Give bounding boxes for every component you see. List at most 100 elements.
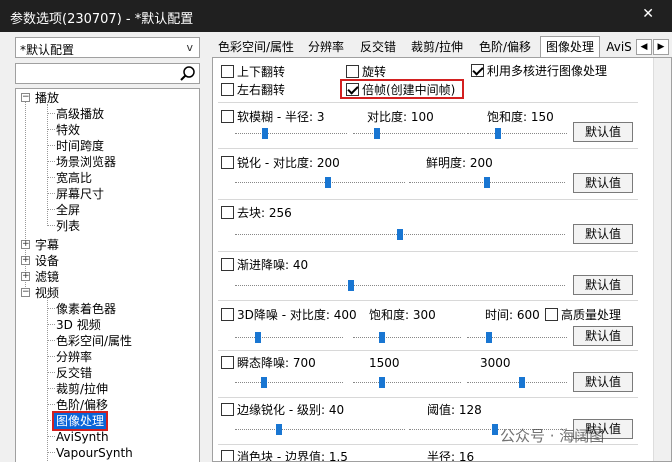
- slider-thumb[interactable]: [374, 128, 380, 139]
- blur-contrast-slider[interactable]: [353, 128, 465, 139]
- sharpen-brightness-slider[interactable]: [409, 177, 565, 188]
- tree-item-playback[interactable]: 播放: [35, 90, 59, 106]
- high-quality-checkbox[interactable]: [545, 308, 558, 321]
- sharpen-contrast-slider[interactable]: [235, 177, 405, 188]
- rotate-checkbox[interactable]: [346, 65, 359, 78]
- progressive-denoise-checkbox[interactable]: [221, 258, 234, 271]
- slider-thumb[interactable]: [486, 332, 492, 343]
- sharpen-default-button[interactable]: 默认值: [573, 173, 633, 193]
- multicore-checkbox[interactable]: [471, 64, 484, 77]
- tree-item-subtitles[interactable]: 字幕: [35, 237, 59, 253]
- edge-threshold-label: 阈值: 128: [427, 403, 482, 417]
- flip-vertical-checkbox[interactable]: [221, 65, 234, 78]
- slider-thumb[interactable]: [276, 424, 282, 435]
- sharpen-label: 锐化 - 对比度: 200: [237, 156, 340, 170]
- tree-item-3d-video[interactable]: 3D 视频: [56, 317, 101, 333]
- denoise3d-saturation-slider[interactable]: [353, 332, 461, 343]
- blur-label: 软模糊 - 半径: 3: [237, 110, 325, 124]
- tree-item-image-processing[interactable]: 图像处理: [51, 411, 109, 431]
- deblock-checkbox[interactable]: [221, 206, 234, 219]
- slider-thumb[interactable]: [484, 177, 490, 188]
- tree-item-pixel-shaders[interactable]: 像素着色器: [56, 301, 116, 317]
- close-icon[interactable]: ✕: [642, 6, 654, 22]
- slider-thumb[interactable]: [495, 128, 501, 139]
- preset-select[interactable]: *默认配置 v: [15, 37, 200, 58]
- tab-image-processing[interactable]: 图像处理: [540, 36, 600, 58]
- tab-avisynth[interactable]: AviS: [604, 38, 634, 58]
- slider-thumb[interactable]: [379, 377, 385, 388]
- panel-scrollbar[interactable]: [653, 58, 671, 461]
- tree-item-timespan[interactable]: 时间跨度: [56, 138, 104, 154]
- tab-next-icon[interactable]: ▶: [653, 39, 669, 55]
- transient-denoise-checkbox[interactable]: [221, 356, 234, 369]
- double-frame-checkbox[interactable]: [346, 83, 359, 96]
- tree-item-filters[interactable]: 滤镜: [35, 269, 59, 285]
- tree-item-colorspace[interactable]: 色彩空间/属性: [56, 333, 132, 349]
- slider-thumb[interactable]: [325, 177, 331, 188]
- high-quality-label: 高质量处理: [561, 308, 622, 322]
- transient-default-button[interactable]: 默认值: [573, 372, 633, 392]
- progressive-denoise-default-button[interactable]: 默认值: [573, 275, 633, 295]
- chevron-down-icon[interactable]: v: [186, 41, 193, 54]
- deblock-slider[interactable]: [235, 229, 565, 240]
- sharpen-checkbox[interactable]: [221, 156, 234, 169]
- blur-saturation-slider[interactable]: [467, 128, 567, 139]
- denoise3d-checkbox[interactable]: [221, 308, 234, 321]
- deband-checkbox[interactable]: [221, 450, 234, 461]
- slider-thumb[interactable]: [397, 229, 403, 240]
- tree-item-resolution[interactable]: 分辨率: [56, 349, 92, 365]
- tree-item-avisynth[interactable]: AviSynth: [56, 429, 109, 445]
- flip-horizontal-checkbox[interactable]: [221, 83, 234, 96]
- search-input[interactable]: [15, 63, 200, 84]
- tree-toggle-devices[interactable]: +: [21, 256, 30, 265]
- rotate-label: 旋转: [362, 65, 387, 79]
- blur-default-button[interactable]: 默认值: [573, 122, 633, 142]
- tab-resolution[interactable]: 分辨率: [304, 38, 348, 58]
- tree-item-aspect-ratio[interactable]: 宽高比: [56, 170, 92, 186]
- edge-level-slider[interactable]: [235, 424, 405, 435]
- tab-deinterlace[interactable]: 反交错: [356, 38, 400, 58]
- transient-slider-2[interactable]: [353, 377, 461, 388]
- denoise3d-default-button[interactable]: 默认值: [573, 326, 633, 346]
- tree-item-scene-browser[interactable]: 场景浏览器: [56, 154, 116, 170]
- tree-toggle-playback[interactable]: −: [21, 93, 30, 102]
- deblock-default-button[interactable]: 默认值: [573, 224, 633, 244]
- tree-toggle-video[interactable]: −: [21, 288, 30, 297]
- tree-item-vapoursynth[interactable]: VapourSynth: [56, 445, 133, 461]
- blur-checkbox[interactable]: [221, 110, 234, 123]
- progressive-denoise-slider[interactable]: [235, 280, 565, 291]
- tree-item-levels[interactable]: 色阶/偏移: [56, 397, 108, 413]
- transient-slider-3[interactable]: [467, 377, 567, 388]
- slider-thumb[interactable]: [348, 280, 354, 291]
- tab-levels[interactable]: 色阶/偏移: [474, 38, 536, 58]
- tree-item-video[interactable]: 视频: [35, 285, 59, 301]
- tree-item-crop-stretch[interactable]: 裁剪/拉伸: [56, 381, 108, 397]
- tab-colorspace[interactable]: 色彩空间/属性: [215, 38, 297, 58]
- slider-thumb[interactable]: [255, 332, 261, 343]
- slider-thumb[interactable]: [492, 424, 498, 435]
- tree-item-effects[interactable]: 特效: [56, 122, 80, 138]
- tree-item-devices[interactable]: 设备: [35, 253, 59, 269]
- search-icon[interactable]: [179, 64, 197, 83]
- tab-prev-icon[interactable]: ◀: [636, 39, 652, 55]
- slider-thumb[interactable]: [519, 377, 525, 388]
- edge-sharpen-checkbox[interactable]: [221, 403, 234, 416]
- denoise3d-contrast-slider[interactable]: [235, 332, 343, 343]
- tree-item-fullscreen[interactable]: 全屏: [56, 202, 80, 218]
- slider-thumb[interactable]: [379, 332, 385, 343]
- preset-value: *默认配置: [20, 43, 75, 57]
- tree-toggle-subtitles[interactable]: +: [21, 240, 30, 249]
- slider-thumb[interactable]: [261, 377, 267, 388]
- blur-radius-slider[interactable]: [235, 128, 347, 139]
- denoise3d-time-slider[interactable]: [467, 332, 567, 343]
- tree-toggle-filters[interactable]: +: [21, 272, 30, 281]
- tree-item-deinterlace[interactable]: 反交错: [56, 365, 92, 381]
- tree-item-screen-size[interactable]: 屏幕尺寸: [56, 186, 104, 202]
- slider-thumb[interactable]: [262, 128, 268, 139]
- settings-tree[interactable]: − 播放 高级播放 特效 时间跨度 场景浏览器 宽高比 屏幕尺寸 全屏 列表 +…: [15, 88, 200, 462]
- transient-slider-1[interactable]: [235, 377, 343, 388]
- double-frame-label: 倍帧(创建中间帧): [362, 83, 456, 97]
- tree-item-advanced-playback[interactable]: 高级播放: [56, 106, 104, 122]
- tree-item-playlist[interactable]: 列表: [56, 218, 80, 234]
- tab-crop-stretch[interactable]: 裁剪/拉伸: [406, 38, 468, 58]
